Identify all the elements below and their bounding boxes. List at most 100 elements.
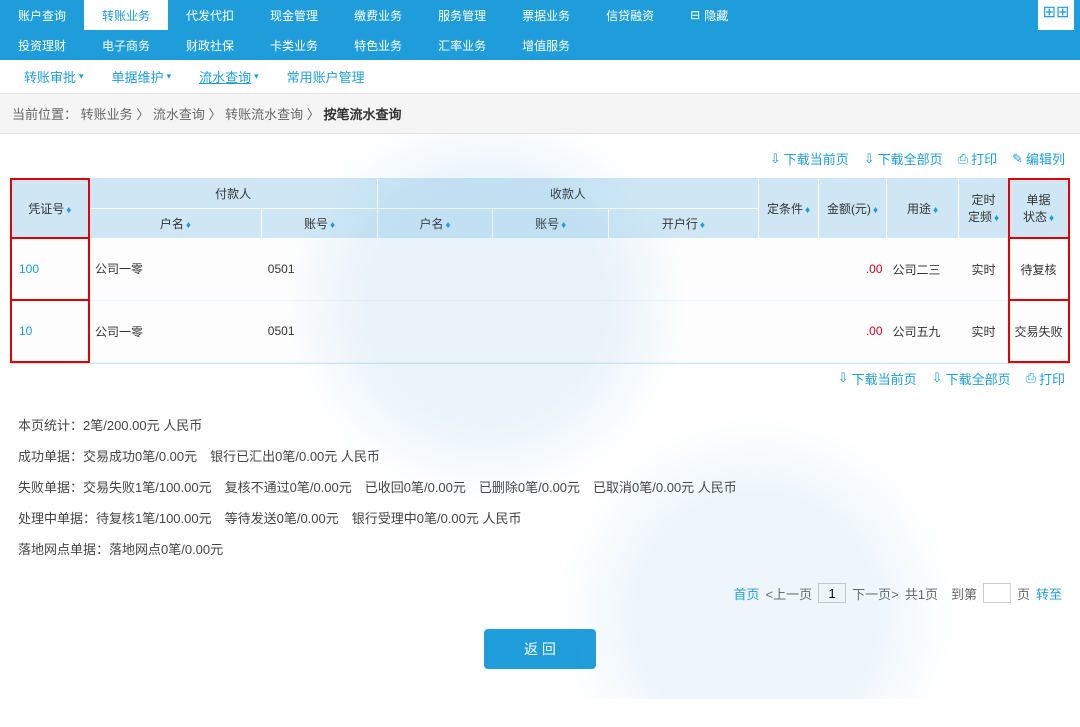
subnav-fiscal[interactable]: 财政社保 bbox=[168, 30, 252, 60]
download-current-link[interactable]: ⇩下载当前页 bbox=[770, 149, 849, 168]
content: ⇩下载当前页 ⇩下载全部页 ⎙打印 ✎编辑列 凭证号♦ 付款人 收款人 定条件♦… bbox=[0, 134, 1080, 699]
subnav-ecommerce[interactable]: 电子商务 bbox=[84, 30, 168, 60]
tab-nav: 转账审批▾ 单据维护▾ 流水查询▾ 常用账户管理 bbox=[0, 60, 1080, 94]
table-row: 100 公司一零 0501 .00 公司二三 实时 待复核 bbox=[11, 238, 1069, 300]
print-link[interactable]: ⎙打印 bbox=[1026, 369, 1065, 388]
nav-account-query[interactable]: 账户查询 bbox=[0, 0, 84, 30]
page-first[interactable]: 首页 bbox=[734, 584, 760, 603]
back-button[interactable]: 返 回 bbox=[484, 629, 596, 669]
edit-columns-link[interactable]: ✎编辑列 bbox=[1012, 149, 1065, 168]
tab-flow-query[interactable]: 流水查询▾ bbox=[185, 60, 273, 93]
col-payee-acct[interactable]: 账号♦ bbox=[493, 209, 609, 239]
cell-payee-acct bbox=[493, 300, 609, 362]
sort-icon: ♦ bbox=[1049, 213, 1054, 224]
sort-icon: ♦ bbox=[446, 220, 451, 231]
nav-cash[interactable]: 现金管理 bbox=[252, 0, 336, 30]
nav-payroll[interactable]: 代发代扣 bbox=[168, 0, 252, 30]
sort-icon: ♦ bbox=[933, 205, 938, 216]
nav-bill[interactable]: 票据业务 bbox=[504, 0, 588, 30]
tab-maintain[interactable]: 单据维护▾ bbox=[98, 60, 186, 93]
col-amount[interactable]: 金额(元)♦ bbox=[819, 179, 887, 238]
cell-voucher[interactable]: 100 bbox=[11, 238, 89, 300]
subnav-special[interactable]: 特色业务 bbox=[336, 30, 420, 60]
col-payee-group: 收款人 bbox=[377, 179, 758, 209]
download-icon: ⇩ bbox=[838, 370, 849, 386]
col-purpose[interactable]: 用途♦ bbox=[887, 179, 959, 238]
nav-payment[interactable]: 缴费业务 bbox=[336, 0, 420, 30]
grid-icon-wrap: ⊞⊞ bbox=[1032, 0, 1080, 30]
page-goto-input[interactable] bbox=[983, 583, 1011, 603]
nav-hide[interactable]: ⊟ 隐藏 bbox=[672, 0, 746, 30]
chevron-down-icon: ▾ bbox=[79, 71, 84, 82]
sort-icon: ♦ bbox=[330, 220, 335, 231]
page-current-input[interactable] bbox=[818, 583, 846, 603]
subnav-invest[interactable]: 投资理财 bbox=[0, 30, 84, 60]
cell-purpose: 公司五九 bbox=[887, 300, 959, 362]
print-icon: ⎙ bbox=[1026, 370, 1036, 386]
download-icon: ⇩ bbox=[864, 151, 875, 167]
cell-voucher[interactable]: 10 bbox=[11, 300, 89, 362]
stats-line: 处理中单据：待复核1笔/100.00元 等待发送0笔/0.00元 银行受理中0笔… bbox=[18, 503, 1062, 534]
footer: 返 回 bbox=[10, 609, 1070, 689]
col-payee-name[interactable]: 户名♦ bbox=[377, 209, 493, 239]
sort-icon: ♦ bbox=[805, 205, 810, 216]
cell-payee-bank bbox=[608, 238, 758, 300]
nav-service[interactable]: 服务管理 bbox=[420, 0, 504, 30]
col-payee-bank[interactable]: 开户行♦ bbox=[608, 209, 758, 239]
page-next[interactable]: 下一页> bbox=[852, 584, 899, 603]
col-condition[interactable]: 定条件♦ bbox=[759, 179, 819, 238]
download-current-link[interactable]: ⇩下载当前页 bbox=[838, 369, 917, 388]
col-payer-acct[interactable]: 账号♦ bbox=[262, 209, 378, 239]
stats-panel: 本页统计：2笔/200.00元 人民币 成功单据：交易成功0笔/0.00元 银行… bbox=[10, 398, 1070, 578]
col-schedule[interactable]: 定时定频♦ bbox=[959, 179, 1009, 238]
apps-grid-icon[interactable]: ⊞⊞ bbox=[1038, 0, 1074, 30]
cell-payee-bank bbox=[608, 300, 758, 362]
col-voucher[interactable]: 凭证号♦ bbox=[11, 179, 89, 238]
sort-icon: ♦ bbox=[873, 205, 878, 216]
data-table: 凭证号♦ 付款人 收款人 定条件♦ 金额(元)♦ 用途♦ 定时定频♦ 单据状态♦… bbox=[10, 178, 1070, 364]
cell-payee-name bbox=[377, 238, 493, 300]
sort-icon: ♦ bbox=[994, 213, 999, 224]
sub-nav: 投资理财 电子商务 财政社保 卡类业务 特色业务 汇率业务 增值服务 bbox=[0, 30, 1080, 60]
print-icon: ⎙ bbox=[958, 151, 968, 167]
cell-schedule: 实时 bbox=[959, 300, 1009, 362]
page-suffix: 页 bbox=[1017, 584, 1030, 603]
pagination: 首页 <上一页 下一页> 共1页 到第 页 转至 bbox=[10, 577, 1070, 609]
stats-line: 本页统计：2笔/200.00元 人民币 bbox=[18, 410, 1062, 441]
cell-payee-name bbox=[377, 300, 493, 362]
cell-condition bbox=[759, 300, 819, 362]
top-nav: 账户查询 转账业务 代发代扣 现金管理 缴费业务 服务管理 票据业务 信贷融资 … bbox=[0, 0, 1080, 30]
col-payer-group: 付款人 bbox=[89, 179, 377, 209]
download-icon: ⇩ bbox=[932, 370, 943, 386]
cell-purpose: 公司二三 bbox=[887, 238, 959, 300]
col-status[interactable]: 单据状态♦ bbox=[1009, 179, 1069, 238]
download-all-link[interactable]: ⇩下载全部页 bbox=[864, 149, 943, 168]
nav-transfer[interactable]: 转账业务 bbox=[84, 0, 168, 30]
subnav-card[interactable]: 卡类业务 bbox=[252, 30, 336, 60]
chevron-down-icon: ▾ bbox=[254, 71, 259, 82]
edit-icon: ✎ bbox=[1012, 151, 1023, 167]
cell-status: 交易失败 bbox=[1009, 300, 1069, 362]
download-all-link[interactable]: ⇩下载全部页 bbox=[932, 369, 1011, 388]
chevron-down-icon: ▾ bbox=[167, 71, 172, 82]
subnav-value[interactable]: 增值服务 bbox=[504, 30, 588, 60]
sort-icon: ♦ bbox=[700, 220, 705, 231]
tab-common-accounts[interactable]: 常用账户管理 bbox=[273, 60, 379, 93]
cell-payee-acct bbox=[493, 238, 609, 300]
page-prev[interactable]: <上一页 bbox=[766, 584, 813, 603]
table-row: 10 公司一零 0501 .00 公司五九 实时 交易失败 bbox=[11, 300, 1069, 362]
sort-icon: ♦ bbox=[66, 205, 71, 216]
breadcrumb: 当前位置： 转账业务 〉 流水查询 〉 转账流水查询 〉 按笔流水查询 bbox=[0, 94, 1080, 134]
tab-approval[interactable]: 转账审批▾ bbox=[10, 60, 98, 93]
col-payer-name[interactable]: 户名♦ bbox=[89, 209, 262, 239]
stats-line: 成功单据：交易成功0笔/0.00元 银行已汇出0笔/0.00元 人民币 bbox=[18, 441, 1062, 472]
page-go[interactable]: 转至 bbox=[1036, 584, 1062, 603]
print-link[interactable]: ⎙打印 bbox=[958, 149, 997, 168]
subnav-fx[interactable]: 汇率业务 bbox=[420, 30, 504, 60]
cell-payer-acct: 0501 bbox=[262, 300, 378, 362]
page-total: 共1页 到第 bbox=[905, 584, 977, 603]
nav-credit[interactable]: 信贷融资 bbox=[588, 0, 672, 30]
download-icon: ⇩ bbox=[770, 151, 781, 167]
cell-condition bbox=[759, 238, 819, 300]
cell-payer-name: 公司一零 bbox=[89, 238, 262, 300]
